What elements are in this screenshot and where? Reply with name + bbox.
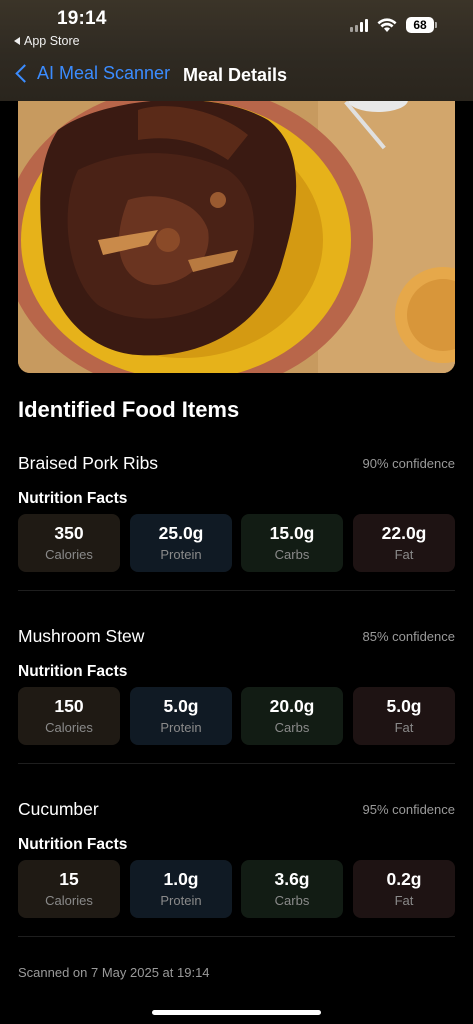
meal-photo <box>18 90 455 373</box>
protein-tile: 25.0g Protein <box>130 514 232 572</box>
fat-tile: 0.2g Fat <box>353 860 455 918</box>
calories-label: Calories <box>45 893 93 908</box>
battery-icon: 68 <box>406 17 437 33</box>
cellular-signal-icon <box>350 18 368 32</box>
fat-value: 5.0g <box>386 696 422 716</box>
divider <box>18 763 455 764</box>
protein-tile: 1.0g Protein <box>130 860 232 918</box>
chevron-left-icon <box>15 64 34 83</box>
back-button[interactable]: AI Meal Scanner <box>12 63 170 84</box>
food-name: Cucumber <box>18 799 99 819</box>
nutrition-facts-label: Nutrition Facts <box>18 836 128 853</box>
top-bar: 19:14 App Store 68 AI Meal Scanner Meal … <box>0 0 473 101</box>
battery-level: 68 <box>406 17 434 33</box>
status-time: 19:14 <box>57 8 107 29</box>
food-name: Braised Pork Ribs <box>18 453 159 473</box>
calories-value: 15 <box>59 869 79 889</box>
calories-value: 150 <box>54 696 84 716</box>
protein-label: Protein <box>160 547 202 562</box>
back-to-app-label: App Store <box>24 34 80 48</box>
nutrition-facts-label: Nutrition Facts <box>18 490 128 507</box>
food-name: Mushroom Stew <box>18 626 145 646</box>
fat-value: 0.2g <box>386 869 422 889</box>
carbs-value: 20.0g <box>269 696 315 716</box>
divider <box>18 936 455 937</box>
confidence-label: 95% confidence <box>362 802 455 817</box>
calories-tile: 150 Calories <box>18 687 120 745</box>
back-button-label: AI Meal Scanner <box>37 63 171 83</box>
food-item-mushroom-stew: Mushroom Stew 85% confidence Nutrition F… <box>18 626 455 766</box>
protein-value: 25.0g <box>158 523 204 543</box>
protein-label: Protein <box>160 893 202 908</box>
nutrition-facts-label: Nutrition Facts <box>18 663 128 680</box>
nutrition-tiles: 15 Calories 1.0g Protein 3.6g Carbs 0.2g… <box>18 860 455 918</box>
fat-value: 22.0g <box>381 523 427 543</box>
carbs-label: Carbs <box>274 547 310 562</box>
calories-value: 350 <box>54 523 84 543</box>
protein-value: 5.0g <box>163 696 199 716</box>
navigation-bar: AI Meal Scanner Meal Details <box>0 57 473 97</box>
divider <box>18 590 455 591</box>
back-triangle-icon <box>14 37 20 45</box>
section-title: Identified Food Items <box>18 397 240 422</box>
carbs-value: 3.6g <box>274 869 310 889</box>
carbs-tile: 3.6g Carbs <box>241 860 343 918</box>
page-title: Meal Details <box>183 65 288 85</box>
protein-value: 1.0g <box>163 869 199 889</box>
status-icons: 68 <box>350 17 437 33</box>
wifi-icon <box>377 17 397 32</box>
food-item-braised-pork-ribs: Braised Pork Ribs 90% confidence Nutriti… <box>18 453 455 593</box>
fat-tile: 5.0g Fat <box>353 687 455 745</box>
scanned-timestamp: Scanned on 7 May 2025 at 19:14 <box>18 965 210 980</box>
fat-tile: 22.0g Fat <box>353 514 455 572</box>
carbs-value: 15.0g <box>269 523 315 543</box>
carbs-label: Carbs <box>274 893 310 908</box>
carbs-tile: 20.0g Carbs <box>241 687 343 745</box>
nutrition-tiles: 350 Calories 25.0g Protein 15.0g Carbs 2… <box>18 514 455 572</box>
nutrition-tiles: 150 Calories 5.0g Protein 20.0g Carbs 5.… <box>18 687 455 745</box>
protein-tile: 5.0g Protein <box>130 687 232 745</box>
calories-label: Calories <box>45 720 93 735</box>
calories-label: Calories <box>45 547 93 562</box>
home-indicator[interactable] <box>152 1010 321 1015</box>
back-to-app-store[interactable]: App Store <box>14 34 80 48</box>
confidence-label: 90% confidence <box>362 456 455 471</box>
fat-label: Fat <box>394 547 414 562</box>
calories-tile: 350 Calories <box>18 514 120 572</box>
confidence-label: 85% confidence <box>362 629 455 644</box>
fat-label: Fat <box>394 720 414 735</box>
fat-label: Fat <box>394 893 414 908</box>
carbs-label: Carbs <box>274 720 310 735</box>
protein-label: Protein <box>160 720 202 735</box>
carbs-tile: 15.0g Carbs <box>241 514 343 572</box>
food-item-cucumber: Cucumber 95% confidence Nutrition Facts … <box>18 799 455 939</box>
calories-tile: 15 Calories <box>18 860 120 918</box>
